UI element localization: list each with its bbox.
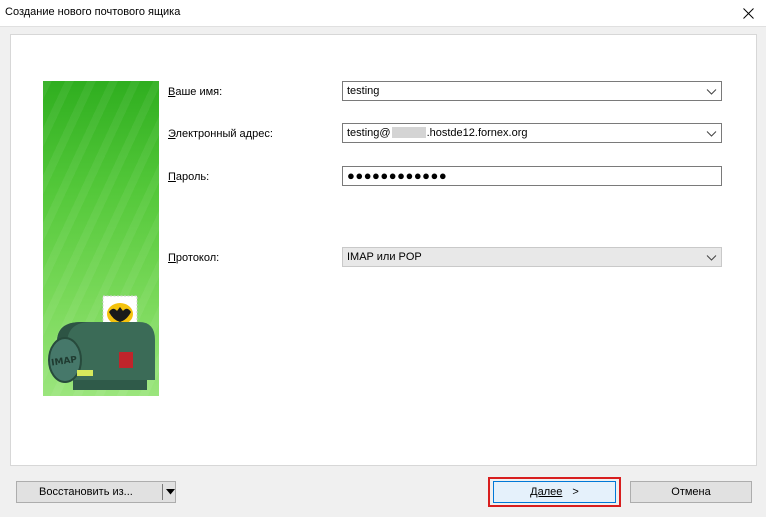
title-bar: Создание нового почтового ящика bbox=[0, 0, 766, 27]
protocol-select[interactable]: IMAP или POP bbox=[342, 247, 722, 267]
mail-banner-image: IMAP bbox=[43, 81, 159, 396]
cancel-button[interactable]: Отмена bbox=[630, 481, 752, 503]
chevron-down-icon[interactable] bbox=[706, 128, 717, 139]
name-label: Ваше имя: bbox=[168, 86, 223, 98]
name-value: testing bbox=[347, 85, 380, 97]
close-button[interactable] bbox=[730, 0, 766, 26]
restore-from-button[interactable]: Восстановить из... bbox=[16, 481, 176, 503]
email-label: Электронный адрес: bbox=[168, 128, 273, 140]
next-button[interactable]: Далее > bbox=[493, 481, 616, 503]
chevron-down-icon[interactable] bbox=[706, 86, 717, 97]
chevron-down-icon[interactable] bbox=[706, 252, 717, 263]
password-input[interactable]: ●●●●●●●●●●●● bbox=[342, 166, 722, 186]
window-title: Создание нового почтового ящика bbox=[5, 6, 181, 18]
protocol-value: IMAP или POP bbox=[347, 251, 422, 263]
protocol-label: Протокол: bbox=[168, 252, 220, 264]
close-icon bbox=[742, 7, 754, 19]
redacted-text bbox=[391, 127, 426, 138]
email-value: testing@ .hostde12.fornex.org bbox=[347, 127, 528, 139]
email-combobox[interactable]: testing@ .hostde12.fornex.org bbox=[342, 123, 722, 143]
split-divider bbox=[162, 484, 163, 500]
next-button-label: Далее bbox=[530, 486, 563, 498]
dropdown-arrow-icon[interactable] bbox=[166, 487, 175, 496]
next-arrow-icon: > bbox=[572, 486, 579, 498]
restore-button-label: Восстановить из... bbox=[39, 486, 133, 498]
name-combobox[interactable]: testing bbox=[342, 81, 722, 101]
password-value: ●●●●●●●●●●●● bbox=[347, 168, 448, 183]
mailbox-icon: IMAP bbox=[48, 295, 155, 390]
password-label: Пароль: bbox=[168, 171, 210, 183]
cancel-button-label: Отмена bbox=[671, 486, 711, 498]
